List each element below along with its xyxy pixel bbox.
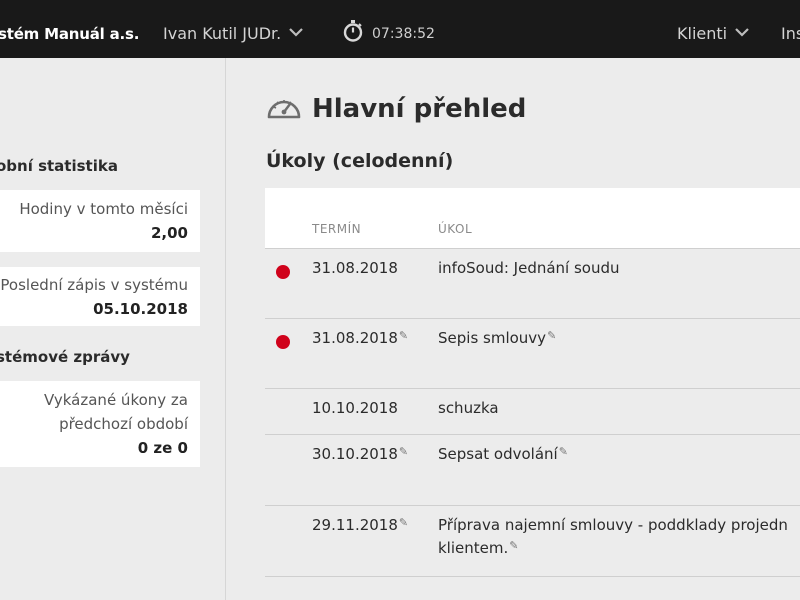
sidebar: obní statistika Hodiny v tomto měsíci 2,…: [0, 58, 226, 600]
chevron-down-icon: [288, 0, 304, 66]
system-messages-heading: stémové zprávy: [0, 348, 130, 366]
table-row[interactable]: 30.10.2018✎ Sepsat odvolání✎: [265, 435, 800, 506]
user-name: Ivan Kutil JUDr.: [163, 24, 282, 43]
pencil-icon[interactable]: ✎: [399, 516, 408, 529]
reported-value: 0 ze 0: [137, 439, 188, 457]
section-title: Úkoly (celodenní): [266, 150, 454, 172]
page-title: Hlavní přehled: [266, 94, 526, 124]
task-date: 10.10.2018: [312, 399, 398, 417]
stopwatch-icon: [343, 20, 372, 42]
clients-label: Klienti: [677, 24, 728, 43]
pencil-icon[interactable]: ✎: [509, 539, 518, 552]
task-date-text: 29.11.2018: [312, 516, 398, 534]
task-name-text: Sepis smlouvy: [438, 329, 547, 347]
task-name[interactable]: schuzka: [438, 397, 800, 420]
hours-value: 2,00: [150, 224, 188, 242]
timer-value: 07:38:52: [372, 26, 435, 42]
task-date: 31.08.2018✎: [312, 327, 408, 351]
last-entry-value: 05.10.2018: [93, 300, 188, 318]
pencil-icon[interactable]: ✎: [559, 445, 568, 458]
user-menu[interactable]: Ivan Kutil JUDr.: [163, 0, 304, 58]
page-title-text: Hlavní přehled: [312, 94, 527, 124]
hours-label: Hodiny v tomto měsíci: [19, 200, 188, 218]
dashboard-gauge-icon: [266, 94, 312, 124]
task-name[interactable]: Příprava najemní smlouvy - poddklady pro…: [438, 514, 800, 561]
table-row[interactable]: 29.11.2018✎ Příprava najemní smlouvy - p…: [265, 506, 800, 577]
table-header: TERMÍN ÚKOL: [265, 188, 800, 249]
ins-menu[interactable]: Ins: [781, 0, 800, 58]
hours-card: Hodiny v tomto měsíci 2,00: [0, 190, 200, 252]
column-header-task[interactable]: ÚKOL: [438, 222, 472, 236]
reported-tasks-card: Vykázané úkony za předchozí období 0 ze …: [0, 381, 200, 467]
task-name-line1: Příprava najemní smlouvy - poddklady pro…: [438, 516, 788, 534]
task-date-text: 30.10.2018: [312, 445, 398, 463]
pencil-icon[interactable]: ✎: [399, 445, 408, 458]
task-name-line2: klientem.: [438, 539, 509, 557]
clients-menu[interactable]: Klienti: [677, 0, 750, 58]
personal-stats-heading: obní statistika: [0, 157, 118, 175]
pencil-icon[interactable]: ✎: [399, 329, 408, 342]
task-name[interactable]: infoSoud: Jednání soudu: [438, 257, 800, 280]
column-header-date[interactable]: TERMÍN: [312, 222, 361, 236]
reported-label-line2: předchozí období: [59, 415, 188, 433]
task-name-text: Sepsat odvolání: [438, 445, 558, 463]
top-navbar: stém Manuál a.s. Ivan Kutil JUDr. 07:38:…: [0, 0, 800, 58]
main-content: Hlavní přehled Úkoly (celodenní) TERMÍN …: [226, 58, 800, 600]
pencil-icon[interactable]: ✎: [547, 329, 556, 342]
task-name[interactable]: Sepis smlouvy✎: [438, 327, 800, 351]
table-row[interactable]: 10.10.2018 schuzka: [265, 389, 800, 435]
chevron-down-icon: [734, 0, 750, 66]
overdue-status-dot: [276, 335, 290, 349]
task-name-text: schuzka: [438, 399, 499, 417]
task-date: 30.10.2018✎: [312, 443, 408, 467]
reported-label-line1: Vykázané úkony za: [44, 391, 188, 409]
last-entry-label: Poslední zápis v systému: [0, 276, 188, 294]
overdue-status-dot: [276, 265, 290, 279]
last-entry-card: Poslední zápis v systému 05.10.2018: [0, 267, 200, 326]
table-row[interactable]: 31.08.2018✎ Sepis smlouvy✎: [265, 319, 800, 389]
table-row[interactable]: 31.08.2018 infoSoud: Jednání soudu: [265, 249, 800, 319]
task-date-text: 31.08.2018: [312, 329, 398, 347]
app-name[interactable]: stém Manuál a.s.: [0, 0, 139, 58]
task-name[interactable]: Sepsat odvolání✎: [438, 443, 800, 467]
tasks-table: TERMÍN ÚKOL 31.08.2018 infoSoud: Jednání…: [265, 188, 800, 600]
task-date: 29.11.2018✎: [312, 514, 408, 538]
task-name-text: infoSoud: Jednání soudu: [438, 259, 620, 277]
work-timer[interactable]: 07:38:52: [343, 0, 435, 58]
task-date: 31.08.2018: [312, 259, 398, 277]
